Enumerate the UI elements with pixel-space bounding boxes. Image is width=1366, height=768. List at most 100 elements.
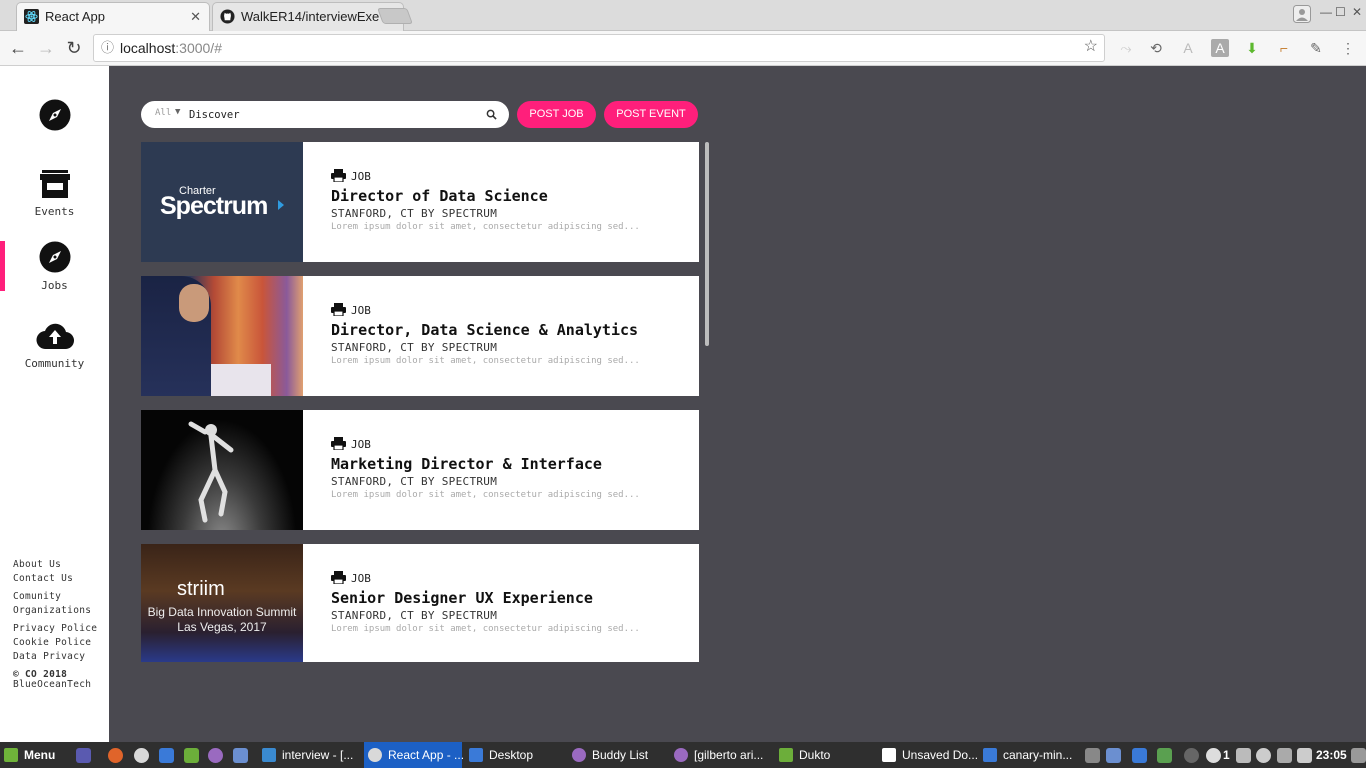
- battery-icon[interactable]: [1297, 748, 1312, 763]
- chevron-down-icon[interactable]: ▼: [175, 107, 180, 117]
- listing-title[interactable]: Marketing Director & Interface: [331, 455, 691, 473]
- taskbar-window-dukto[interactable]: Dukto: [779, 742, 830, 768]
- browser-tab-github[interactable]: WalkER14/interviewExe ✕: [212, 2, 404, 31]
- workspace-grid-icon[interactable]: [233, 748, 248, 763]
- ruler-extension-icon[interactable]: ⌐: [1275, 39, 1293, 57]
- show-desktop-icon[interactable]: [76, 748, 91, 763]
- footer-link-cookie[interactable]: Cookie Police: [13, 637, 91, 648]
- browser-tab-title: React App: [45, 9, 105, 24]
- logo-arrow: [278, 200, 284, 210]
- sidebar-item-jobs[interactable]: Jobs: [0, 241, 109, 292]
- keyboard-icon[interactable]: [1085, 748, 1100, 763]
- sync-extension-icon[interactable]: ⟲: [1147, 39, 1165, 57]
- settings-tray-icon[interactable]: [1351, 748, 1366, 763]
- taskbar-window-label: Buddy List: [592, 748, 649, 762]
- browser-tab-bar: React App ✕ WalkER14/interviewExe ✕ — ☐ …: [0, 0, 1366, 31]
- taskbar-window-react-app[interactable]: React App - ...: [364, 742, 465, 768]
- font-extension-icon[interactable]: A: [1211, 39, 1229, 57]
- close-tab-icon[interactable]: ✕: [190, 3, 201, 31]
- taskbar-window-label: canary-min...: [1003, 748, 1073, 762]
- post-job-button[interactable]: POST JOB: [517, 101, 596, 128]
- footer-link-contact[interactable]: Contact Us: [13, 573, 73, 584]
- chrome-icon[interactable]: [134, 748, 149, 763]
- display-icon[interactable]: [1277, 748, 1292, 763]
- taskbar-window-unsaved[interactable]: Unsaved Do...: [882, 742, 978, 768]
- footer-link-organizations[interactable]: Organizations: [13, 605, 91, 616]
- info-icon[interactable]: ⓘ: [101, 35, 114, 61]
- sidebar-item-events[interactable]: Events: [0, 169, 109, 218]
- menu-kebab-icon[interactable]: ⋮: [1339, 39, 1357, 57]
- start-menu-label: Menu: [24, 748, 56, 762]
- bluetooth-icon[interactable]: [1184, 748, 1199, 763]
- post-event-button[interactable]: POST EVENT: [604, 101, 698, 128]
- spectrum-logo-image: Charter Spectrum: [141, 142, 303, 262]
- minimize-icon[interactable]: —: [1320, 5, 1332, 19]
- user-icon[interactable]: [1256, 748, 1271, 763]
- profile-icon[interactable]: [1293, 5, 1311, 23]
- taskbar-window-chat[interactable]: [gilberto ari...: [674, 742, 763, 768]
- extension-icon[interactable]: ⤳: [1117, 39, 1135, 57]
- files-icon[interactable]: [159, 748, 174, 763]
- sidebar-item-community[interactable]: Community: [0, 321, 109, 370]
- listing-title[interactable]: Director, Data Science & Analytics: [331, 321, 691, 339]
- scrollbar-thumb[interactable]: [705, 142, 709, 346]
- taskbar-window-desktop[interactable]: Desktop: [469, 742, 533, 768]
- pidgin-icon: [674, 748, 688, 762]
- close-window-icon[interactable]: ✕: [1352, 5, 1362, 19]
- listing-card[interactable]: JOB Director, Data Science & Analytics S…: [141, 276, 699, 396]
- category-select[interactable]: All: [155, 108, 171, 118]
- maximize-icon[interactable]: ☐: [1335, 5, 1346, 19]
- url-path: :3000/#: [175, 40, 222, 56]
- search-input[interactable]: [189, 106, 469, 123]
- eyedropper-extension-icon[interactable]: ✎: [1307, 39, 1325, 57]
- printer-icon: [331, 303, 346, 317]
- sidebar-item-discover[interactable]: [0, 99, 109, 137]
- listing-card[interactable]: JOB Marketing Director & Interface STANF…: [141, 410, 699, 530]
- back-icon[interactable]: ←: [7, 37, 29, 59]
- listing-description: Lorem ipsum dolor sit amet, consectetur …: [331, 356, 640, 366]
- shield-icon[interactable]: [1132, 748, 1147, 763]
- reload-icon[interactable]: ↻: [63, 37, 85, 59]
- pidgin-icon[interactable]: [208, 748, 223, 763]
- taskbar-window-label: React App - ...: [388, 748, 465, 762]
- mint-logo-icon: [4, 748, 18, 762]
- printer-icon: [331, 169, 346, 183]
- address-bar[interactable]: ⓘ localhost:3000/# ☆: [93, 34, 1105, 62]
- browser-tab-react-app[interactable]: React App ✕: [16, 2, 210, 31]
- taskbar-window-buddy-list[interactable]: Buddy List: [572, 742, 648, 768]
- notification-count: 1: [1223, 748, 1230, 762]
- logo-big-text: Spectrum: [160, 192, 268, 220]
- new-tab-button[interactable]: [377, 8, 413, 24]
- network-icon[interactable]: [1157, 748, 1172, 763]
- bookmark-star-icon[interactable]: ☆: [1084, 34, 1098, 60]
- footer-link-data-privacy[interactable]: Data Privacy: [13, 651, 85, 662]
- printer-icon: [331, 437, 346, 451]
- listing-type-label: JOB: [351, 438, 371, 451]
- dancer-figure: [188, 421, 234, 523]
- dukto-icon[interactable]: [184, 748, 199, 763]
- forward-icon[interactable]: →: [35, 37, 57, 59]
- sidebar: Events Jobs Community About Us Contact U…: [0, 66, 109, 742]
- search-icon[interactable]: [486, 109, 497, 120]
- firefox-icon[interactable]: [108, 748, 123, 763]
- striim-logo-text: striim: [177, 578, 225, 600]
- start-menu-button[interactable]: Menu: [4, 742, 55, 768]
- listing-card[interactable]: striim Big Data Innovation Summit Las Ve…: [141, 544, 699, 662]
- download-extension-icon[interactable]: ⬇: [1243, 39, 1261, 57]
- alert-icon[interactable]: [1206, 748, 1221, 763]
- angular-extension-icon[interactable]: A: [1179, 39, 1197, 57]
- listing-title[interactable]: Senior Designer UX Experience: [331, 589, 691, 607]
- grid-tray-icon[interactable]: [1106, 748, 1121, 763]
- taskbar-window-label: interview - [...: [282, 748, 354, 762]
- listing-location: STANFORD, CT BY SPECTRUM: [331, 475, 498, 488]
- listing-title[interactable]: Director of Data Science: [331, 187, 691, 205]
- footer-link-privacy[interactable]: Privacy Police: [13, 623, 97, 634]
- clipboard-icon[interactable]: [1236, 748, 1251, 763]
- listing-card[interactable]: Charter Spectrum JOB Director of Data Sc…: [141, 142, 699, 262]
- footer-link-community[interactable]: Comunity: [13, 591, 61, 602]
- footer-link-about[interactable]: About Us: [13, 559, 61, 570]
- react-icon: [24, 9, 39, 24]
- taskbar-window-interview[interactable]: interview - [...: [262, 742, 353, 768]
- taskbar-window-canary[interactable]: canary-min...: [983, 742, 1072, 768]
- listing-description: Lorem ipsum dolor sit amet, consectetur …: [331, 624, 640, 634]
